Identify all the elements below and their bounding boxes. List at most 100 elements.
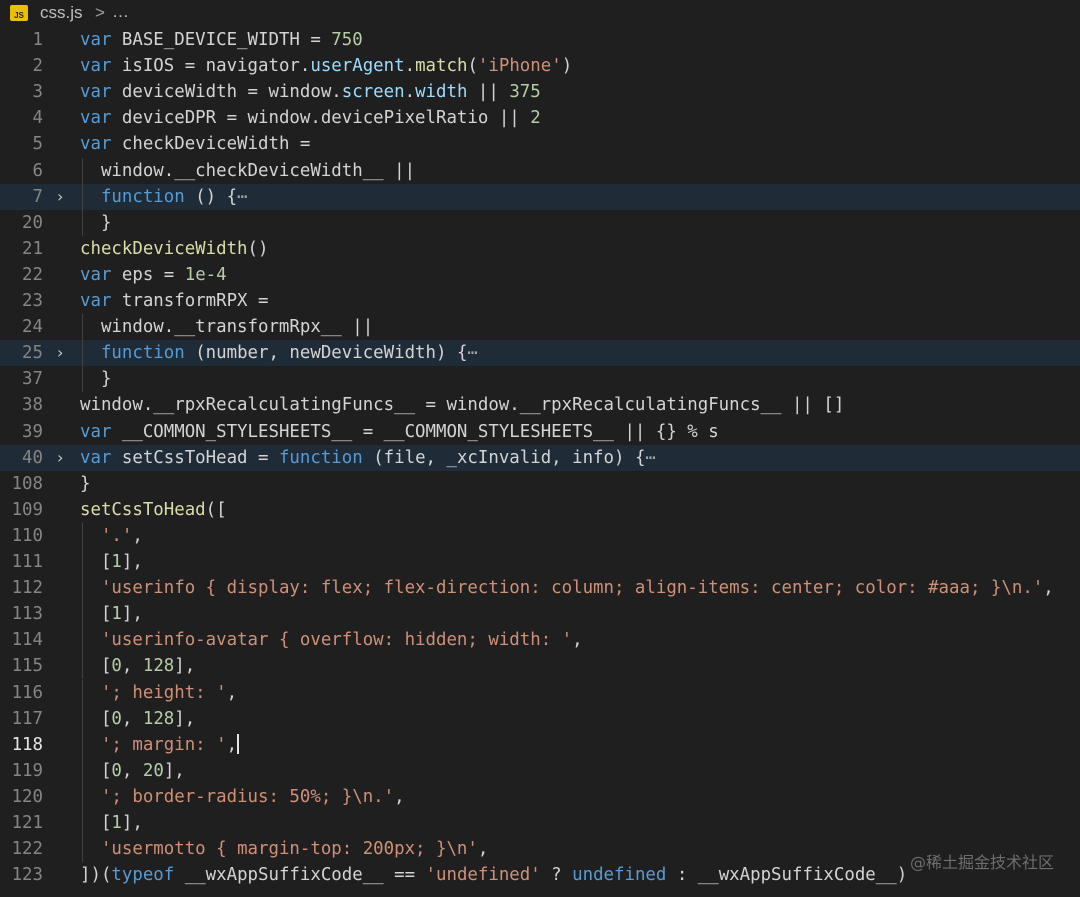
code-text[interactable]: setCssToHead([ xyxy=(80,497,227,523)
code-token: , xyxy=(121,656,143,677)
code-line[interactable]: 37 } xyxy=(0,366,1080,393)
code-line[interactable]: 4 var deviceDPR = window.devicePixelRatio… xyxy=(0,105,1080,131)
code-text[interactable]: [1], xyxy=(80,810,143,836)
code-line[interactable]: 120 '; border-radius: 50%; }\n.', xyxy=(0,783,1080,810)
code-text[interactable]: 'userinfo { display: flex; flex-directio… xyxy=(80,575,1054,601)
code-line[interactable]: 20 } xyxy=(0,209,1080,236)
code-text[interactable]: [0, 128], xyxy=(80,706,195,732)
code-text[interactable]: var setCssToHead = function (file, _xcIn… xyxy=(80,445,656,471)
line-number: 4 xyxy=(32,108,43,129)
code-text[interactable]: var deviceDPR = window.devicePixelRatio … xyxy=(80,105,541,131)
code-token: || xyxy=(467,82,510,103)
code-token: 375 xyxy=(509,82,541,103)
code-line[interactable]: 110 '.', xyxy=(0,522,1080,549)
code-text[interactable]: } xyxy=(80,471,90,497)
code-line[interactable]: 108} xyxy=(0,471,1080,497)
line-number: 23 xyxy=(22,291,43,311)
code-line[interactable]: 3 var deviceWidth = window.screen.width |… xyxy=(0,79,1080,105)
code-token: BASE_DEVICE_WIDTH = xyxy=(111,30,332,50)
code-token: function xyxy=(278,447,363,468)
code-token: __wxAppSuffixCode__ == xyxy=(174,865,426,886)
code-text[interactable]: var isIOS = navigator.userAgent.match('i… xyxy=(80,53,572,79)
code-token: ? xyxy=(540,865,573,886)
code-line[interactable]: 22 var eps = 1e-4 xyxy=(0,262,1080,288)
line-number: 117 xyxy=(11,708,43,729)
code-text[interactable]: [0, 128], xyxy=(80,653,195,679)
breadcrumb-symbol-ellipsis[interactable]: … xyxy=(112,2,129,22)
code-line[interactable]: 116 '; height: ', xyxy=(0,679,1080,706)
code-text[interactable]: window.__rpxRecalculatingFuncs__ = windo… xyxy=(80,392,844,418)
fold-chevron-icon[interactable]: › xyxy=(57,184,71,210)
code-text[interactable]: 'usermotto { margin-top: 200px; }\n', xyxy=(80,836,488,862)
code-token: checkDeviceWidth xyxy=(80,238,248,259)
code-text[interactable]: '; height: ', xyxy=(80,680,237,706)
code-token: deviceDPR = window.devicePixelRatio || xyxy=(111,108,531,129)
code-text[interactable]: [0, 20], xyxy=(80,758,185,784)
code-text[interactable]: '; margin: ', xyxy=(80,732,240,758)
breadcrumb-file-name[interactable]: css.js xyxy=(40,3,83,23)
code-text[interactable]: } xyxy=(80,366,111,392)
code-line[interactable]: 38 window.__rpxRecalculatingFuncs__ = win… xyxy=(0,392,1080,418)
code-line[interactable]: 111 [1], xyxy=(0,549,1080,575)
code-text[interactable]: var BASE_DEVICE_WIDTH = 750 xyxy=(80,27,363,53)
code-text[interactable]: [1], xyxy=(80,549,143,575)
code-line[interactable]: 39 var __COMMON_STYLESHEETS__ = __COMMON_… xyxy=(0,419,1080,445)
fold-chevron-icon[interactable]: › xyxy=(57,445,71,471)
code-token: ])( xyxy=(80,865,112,886)
code-line[interactable]: 23 var transformRPX = xyxy=(0,288,1080,314)
code-text[interactable]: checkDeviceWidth() xyxy=(80,236,268,262)
code-line[interactable]: 2 var isIOS = navigator.userAgent.match('… xyxy=(0,53,1080,79)
code-line[interactable]: 1 var BASE_DEVICE_WIDTH = 750 xyxy=(0,27,1080,53)
code-line[interactable]: 118 '; margin: ', xyxy=(0,731,1080,758)
code-line[interactable]: 121 [1], xyxy=(0,810,1080,836)
code-token: ⋯ xyxy=(237,186,248,207)
code-token: 1e-4 xyxy=(184,264,227,285)
code-line[interactable]: 112 'userinfo { display: flex; flex-dire… xyxy=(0,575,1080,602)
code-text[interactable]: window.__checkDeviceWidth__ || xyxy=(80,158,415,184)
code-line[interactable]: 25 › function (number, newDeviceWidth) {⋯ xyxy=(0,340,1080,367)
line-number: 120 xyxy=(11,786,43,807)
code-line[interactable]: 113 [1], xyxy=(0,601,1080,628)
line-number: 115 xyxy=(11,656,43,677)
code-text[interactable]: function (number, newDeviceWidth) {⋯ xyxy=(80,340,478,366)
code-text[interactable]: [1], xyxy=(80,601,143,627)
code-token: var xyxy=(80,291,112,311)
code-editor[interactable]: 1 var BASE_DEVICE_WIDTH = 750 2 var isIOS =… xyxy=(0,27,1080,897)
code-line[interactable]: 117 [0, 128], xyxy=(0,705,1080,732)
code-line[interactable]: 114 'userinfo-avatar { overflow: hidden;… xyxy=(0,627,1080,654)
code-text[interactable]: 'userinfo-avatar { overflow: hidden; wid… xyxy=(80,627,583,653)
code-token: 128 xyxy=(142,656,175,677)
code-text[interactable]: var eps = 1e-4 xyxy=(80,262,227,288)
line-number: 123 xyxy=(11,865,43,886)
code-line[interactable]: 6 window.__checkDeviceWidth__ || xyxy=(0,157,1080,184)
code-token: [ xyxy=(80,708,112,729)
code-text[interactable]: var checkDeviceWidth = xyxy=(80,131,310,157)
code-text[interactable]: var deviceWidth = window.screen.width ||… xyxy=(80,79,541,105)
code-line[interactable]: 119 [0, 20], xyxy=(0,757,1080,784)
code-token: checkDeviceWidth = xyxy=(111,134,311,155)
code-text[interactable]: '; border-radius: 50%; }\n.', xyxy=(80,784,405,810)
code-text[interactable]: function () {⋯ xyxy=(80,184,248,210)
code-token: 'userinfo { display: flex; flex-directio… xyxy=(100,578,1044,599)
code-line[interactable]: 5 var checkDeviceWidth = xyxy=(0,131,1080,157)
code-text[interactable]: } xyxy=(80,210,111,236)
code-line[interactable]: 115 [0, 128], xyxy=(0,653,1080,680)
code-token: 0 xyxy=(111,760,122,781)
code-text[interactable]: var transformRPX = xyxy=(80,288,268,314)
code-token: undefined xyxy=(572,865,667,886)
fold-chevron-icon[interactable]: › xyxy=(57,340,71,366)
code-line[interactable]: 109 setCssToHead([ xyxy=(0,497,1080,523)
line-number: 114 xyxy=(11,630,43,651)
code-line[interactable]: 21 checkDeviceWidth() xyxy=(0,236,1080,262)
code-text[interactable]: ])(typeof __wxAppSuffixCode__ == 'undefi… xyxy=(80,862,907,888)
code-text[interactable]: window.__transformRpx__ || xyxy=(80,314,373,340)
code-line[interactable]: 40 › var setCssToHead = function (file, _x… xyxy=(0,444,1080,471)
line-number: 37 xyxy=(22,369,43,390)
code-token: userAgent xyxy=(310,56,405,77)
code-line[interactable]: 24 window.__transformRpx__ || xyxy=(0,314,1080,341)
code-text[interactable]: var __COMMON_STYLESHEETS__ = __COMMON_ST… xyxy=(80,419,719,445)
code-text[interactable]: '.', xyxy=(80,523,143,549)
code-line[interactable]: 7 › function () {⋯ xyxy=(0,183,1080,210)
